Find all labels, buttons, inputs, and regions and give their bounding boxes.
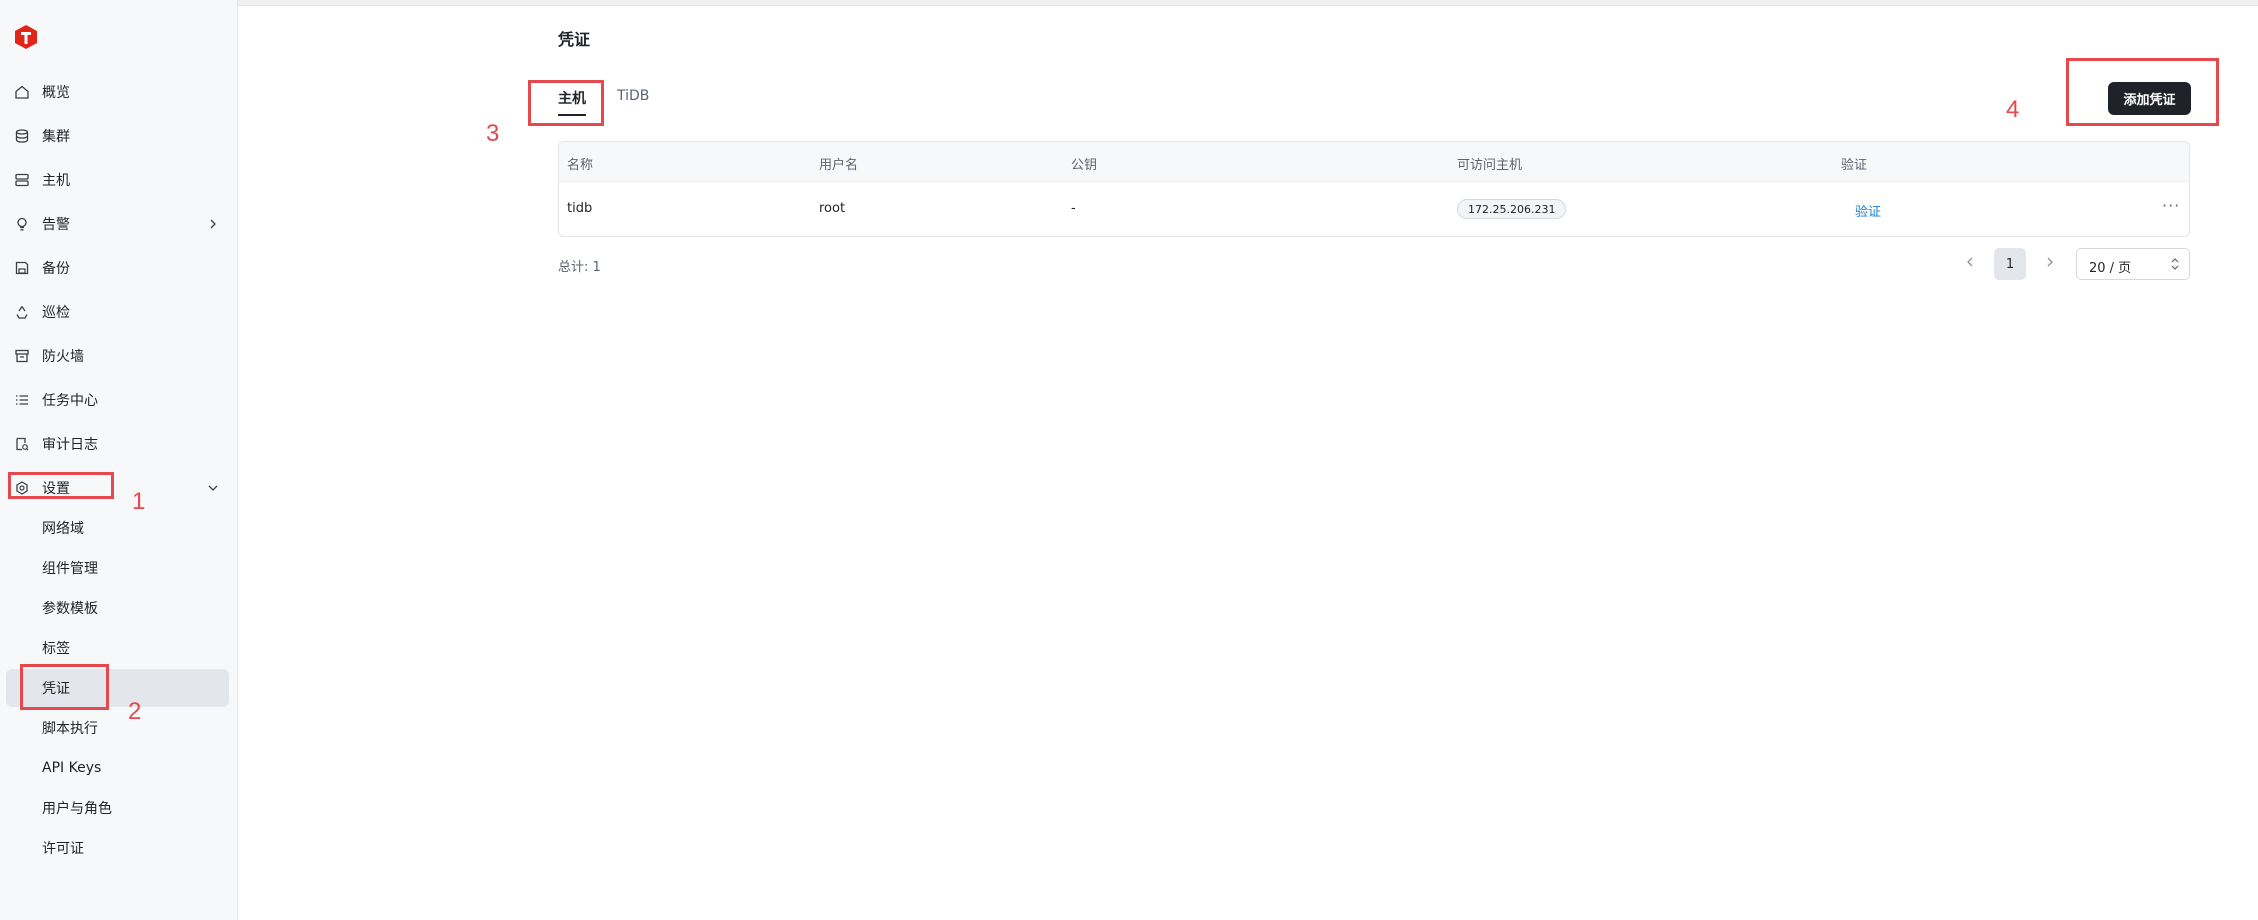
archive-icon bbox=[14, 348, 30, 364]
sidebar-subitem-label: 脚本执行 bbox=[42, 721, 98, 737]
sidebar-item-label: 防火墙 bbox=[42, 349, 84, 365]
sidebar-subitem-users-roles[interactable]: 用户与角色 bbox=[6, 789, 229, 827]
audit-icon bbox=[14, 436, 30, 452]
sidebar-item-clusters[interactable]: 集群 bbox=[0, 116, 238, 156]
sidebar-item-label: 主机 bbox=[42, 173, 70, 189]
sidebar-subitem-label: API Keys bbox=[42, 760, 102, 776]
sidebar-subitem-param-templates[interactable]: 参数模板 bbox=[6, 589, 229, 627]
annotation-number-1: 1 bbox=[132, 488, 146, 515]
sidebar-item-inspection[interactable]: 巡检 bbox=[0, 292, 238, 332]
chevron-down-icon bbox=[206, 481, 220, 495]
column-header-hosts: 可访问主机 bbox=[1457, 158, 1523, 173]
database-icon bbox=[14, 128, 30, 144]
sidebar-item-label: 任务中心 bbox=[42, 393, 98, 409]
server-icon bbox=[14, 172, 30, 188]
column-header-name: 名称 bbox=[567, 158, 594, 173]
home-icon bbox=[14, 84, 30, 100]
host-ip-badge: 172.25.206.231 bbox=[1457, 199, 1567, 219]
sidebar: 概览 集群 主机 告警 备份 巡检 防火墙 任务中心 审计日志 设置 网络域 组… bbox=[0, 0, 238, 920]
recycle-icon bbox=[14, 304, 30, 320]
annotation-box-credentials bbox=[20, 664, 109, 710]
pagination-prev-icon[interactable] bbox=[1958, 250, 1982, 274]
pagination-page-1[interactable]: 1 bbox=[1994, 248, 2026, 280]
sidebar-subitem-label: 许可证 bbox=[42, 841, 84, 857]
table-header: 名称 用户名 公钥 可访问主机 验证 bbox=[559, 142, 2189, 182]
column-header-username: 用户名 bbox=[819, 158, 859, 173]
sidebar-item-firewall[interactable]: 防火墙 bbox=[0, 336, 238, 376]
credentials-table: 名称 用户名 公钥 可访问主机 验证 tidb root - 验证 ··· 17… bbox=[558, 141, 2190, 237]
sidebar-item-label: 备份 bbox=[42, 261, 70, 277]
cell-pubkey: - bbox=[1071, 201, 1076, 216]
browser-top-edge bbox=[0, 0, 2258, 6]
column-header-verify: 验证 bbox=[1841, 158, 1868, 173]
sidebar-subitem-label: 网络域 bbox=[42, 521, 84, 537]
bulb-icon bbox=[14, 216, 30, 232]
column-header-pubkey: 公钥 bbox=[1071, 158, 1098, 173]
cell-username: root bbox=[819, 201, 846, 216]
annotation-box-host-tab bbox=[528, 80, 604, 126]
cell-name: tidb bbox=[567, 201, 593, 216]
more-actions-icon[interactable]: ··· bbox=[2162, 196, 2180, 215]
sidebar-item-overview[interactable]: 概览 bbox=[0, 72, 238, 112]
sidebar-item-audit-log[interactable]: 审计日志 bbox=[0, 424, 238, 464]
annotation-box-settings bbox=[8, 472, 114, 499]
sidebar-subitem-license[interactable]: 许可证 bbox=[6, 829, 229, 867]
verify-link[interactable]: 验证 bbox=[1855, 201, 1881, 220]
sidebar-item-label: 审计日志 bbox=[42, 437, 98, 453]
annotation-number-2: 2 bbox=[128, 698, 142, 725]
page-size-select[interactable]: 20 / 页 bbox=[2076, 248, 2190, 280]
app-logo-icon[interactable] bbox=[13, 24, 39, 50]
up-down-chevron-icon bbox=[2169, 257, 2181, 271]
sidebar-item-label: 概览 bbox=[42, 85, 70, 101]
sidebar-item-label: 巡检 bbox=[42, 305, 70, 321]
annotation-number-4: 4 bbox=[2006, 96, 2020, 123]
sidebar-item-backup[interactable]: 备份 bbox=[0, 248, 238, 288]
list-icon bbox=[14, 392, 30, 408]
sidebar-subitem-api-keys[interactable]: API Keys bbox=[6, 749, 229, 787]
sidebar-item-tasks[interactable]: 任务中心 bbox=[0, 380, 238, 420]
sidebar-subitem-components[interactable]: 组件管理 bbox=[6, 549, 229, 587]
sidebar-item-label: 集群 bbox=[42, 129, 70, 145]
page-title: 凭证 bbox=[558, 30, 591, 49]
pagination-next-icon[interactable] bbox=[2038, 250, 2062, 274]
sidebar-subitem-label: 标签 bbox=[42, 641, 70, 657]
save-icon bbox=[14, 260, 30, 276]
chevron-right-icon bbox=[206, 217, 220, 231]
sidebar-item-hosts[interactable]: 主机 bbox=[0, 160, 238, 200]
total-count: 总计: 1 bbox=[558, 260, 601, 275]
sidebar-subitem-scripts[interactable]: 脚本执行 bbox=[6, 709, 229, 747]
table-row: tidb root - 验证 ··· bbox=[559, 182, 2189, 236]
annotation-number-3: 3 bbox=[486, 120, 500, 147]
sidebar-subitem-tags[interactable]: 标签 bbox=[6, 629, 229, 667]
sidebar-item-alerts[interactable]: 告警 bbox=[0, 204, 238, 244]
sidebar-subitem-label: 用户与角色 bbox=[42, 801, 112, 817]
tab-tidb[interactable]: TiDB bbox=[617, 88, 649, 104]
sidebar-subitem-network-domain[interactable]: 网络域 bbox=[6, 509, 229, 547]
sidebar-subitem-label: 参数模板 bbox=[42, 601, 98, 617]
sidebar-item-label: 告警 bbox=[42, 217, 70, 233]
page-size-value: 20 / 页 bbox=[2089, 261, 2132, 276]
annotation-box-add-button bbox=[2066, 58, 2219, 126]
sidebar-subitem-label: 组件管理 bbox=[42, 561, 98, 577]
